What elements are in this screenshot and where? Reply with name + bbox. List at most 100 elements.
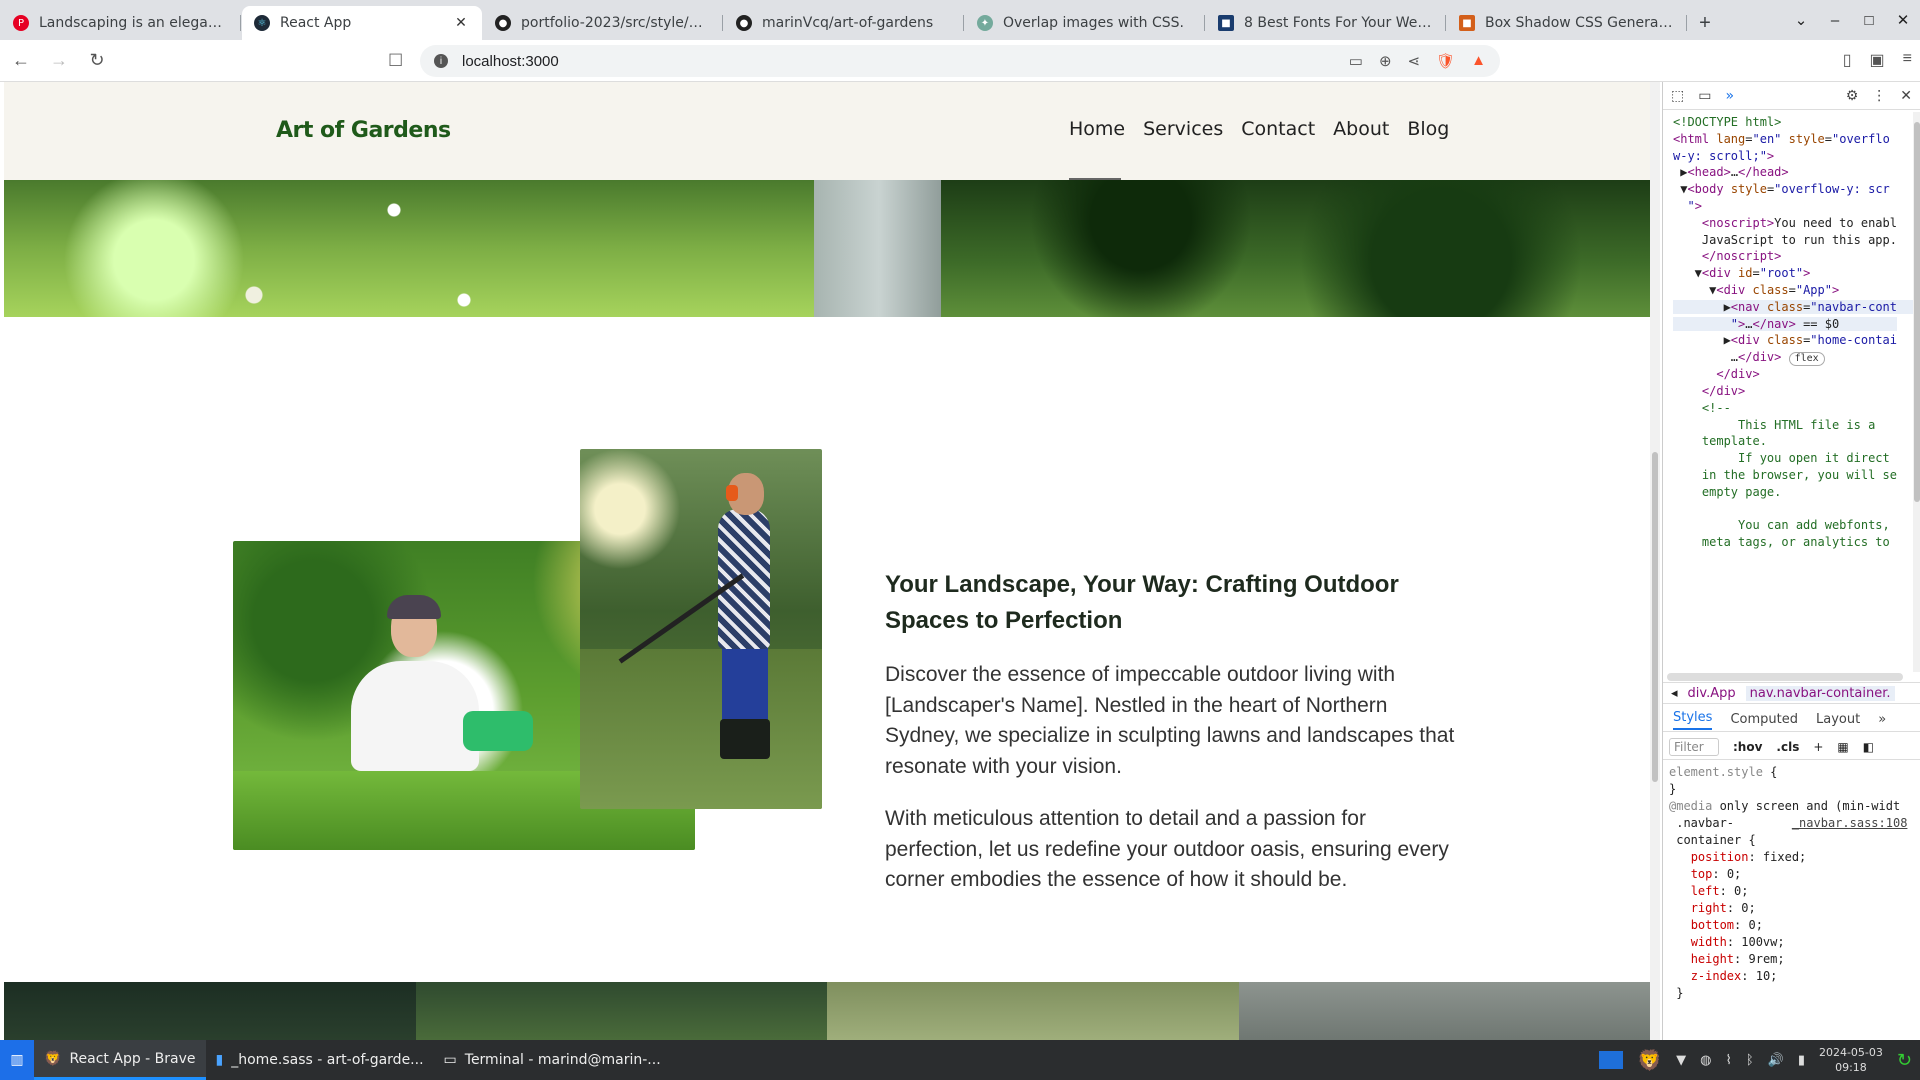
sidebar-icon[interactable]: ▯ [1843, 50, 1852, 70]
clock[interactable]: 2024-05-03 09:18 [1819, 1045, 1883, 1075]
system-tray: 🦁 ▼ ◍ ⌇ ᛒ 🔊 ▮ 2024-05-03 09:18 ↻ [1599, 1040, 1912, 1080]
plants-image [941, 180, 1650, 317]
tab-title: Landscaping is an elegant #PSD [39, 15, 229, 31]
start-menu-icon[interactable]: ▥ [0, 1040, 34, 1080]
add-rule-icon[interactable]: + [1813, 740, 1823, 754]
back-icon[interactable]: ← [4, 50, 38, 71]
maximize-icon[interactable]: □ [1852, 12, 1886, 29]
tab-title: Overlap images with CSS. [1003, 15, 1184, 31]
tab-overlap-images[interactable]: ✦ Overlap images with CSS. [965, 6, 1205, 40]
site-navbar: Art of Gardens Home Services Contact Abo… [4, 82, 1650, 181]
browser-toolbar: ← → ↻ ☐ i localhost:3000 ▭ ⊕ ⋖ 🛡 ▲ ▯ ▣ ≡ [0, 40, 1920, 82]
bookmark-icon[interactable]: ☐ [388, 51, 403, 71]
site-icon: ■ [1459, 15, 1475, 31]
tab-strip: P Landscaping is an elegant #PSD ⚛ React… [0, 0, 1920, 40]
devtools-toolbar: ⬚ ▭ » ⚙ ⋮ ✕ [1663, 82, 1920, 110]
taskbar-terminal[interactable]: ▭ Terminal - marind@marin-... [434, 1040, 671, 1080]
clip-icon[interactable]: ⌇ [1725, 1053, 1731, 1068]
page-scroll-thumb[interactable] [1652, 452, 1658, 782]
new-tab-button[interactable]: + [1687, 6, 1723, 40]
nav-about[interactable]: About [1333, 118, 1389, 140]
section-heading: Your Landscape, Your Way: Crafting Outdo… [885, 571, 1399, 634]
reload-icon[interactable]: ↻ [80, 50, 114, 71]
close-tab-icon[interactable]: ✕ [452, 15, 470, 31]
bluetooth-icon[interactable]: ᛒ [1746, 1053, 1754, 1068]
close-devtools-icon[interactable]: ✕ [1900, 88, 1912, 104]
tab-title: React App [280, 15, 352, 31]
devtools-panel: ⬚ ▭ » ⚙ ⋮ ✕ <!DOCTYPE html> <html lang="… [1662, 82, 1920, 1040]
share-icon[interactable]: ⋖ [1408, 52, 1421, 70]
nav-home[interactable]: Home [1069, 118, 1125, 140]
network-icon[interactable]: ▼ [1676, 1053, 1686, 1068]
tab-react-app[interactable]: ⚛ React App ✕ [242, 6, 482, 40]
post-image [814, 180, 944, 317]
bottom-image-strip [4, 982, 1650, 1040]
tab-box-shadow[interactable]: ■ Box Shadow CSS Generator [1447, 6, 1687, 40]
dom-tree[interactable]: <!DOCTYPE html> <html lang="en" style="o… [1663, 112, 1913, 552]
taskbar-vscode[interactable]: ▮ _home.sass - art-of-garde... [206, 1040, 434, 1080]
menu-icon[interactable]: ≡ [1903, 50, 1912, 70]
settings-gear-icon[interactable]: ⚙ [1846, 88, 1859, 104]
device-toggle-icon[interactable]: ▭ [1698, 88, 1711, 104]
kebab-menu-icon[interactable]: ⋮ [1872, 88, 1886, 104]
wallet-icon[interactable]: ▣ [1870, 50, 1885, 70]
site-menu: Home Services Contact About Blog [1069, 118, 1449, 181]
chatgpt-icon: ✦ [977, 15, 993, 31]
brave-icon: 🦁 [44, 1050, 62, 1067]
window-controls: ⌄ – □ ✕ [1784, 0, 1920, 40]
minimize-icon[interactable]: – [1818, 12, 1852, 29]
hov-toggle[interactable]: :hov [1733, 740, 1762, 754]
dom-hscrollbar[interactable] [1667, 673, 1903, 681]
breadcrumb-navbar[interactable]: nav.navbar-container. [1745, 685, 1895, 701]
tab-title: 8 Best Fonts For Your Website | [1244, 15, 1434, 31]
security-icon[interactable]: ◍ [1700, 1053, 1711, 1068]
source-link[interactable]: _navbar.sass:108 [1792, 816, 1908, 830]
tab-title: portfolio-2023/src/style/pages/_ [521, 15, 711, 31]
dom-scrollbar[interactable] [1913, 112, 1920, 672]
site-icon: ■ [1218, 15, 1234, 31]
tab-computed[interactable]: Computed [1730, 712, 1798, 727]
tab-styles[interactable]: Styles [1673, 710, 1713, 730]
breadcrumb-app[interactable]: div.App [1688, 686, 1736, 701]
close-window-icon[interactable]: ✕ [1886, 11, 1920, 29]
paint-icon[interactable]: ▦ [1837, 740, 1848, 754]
tab-github-portfolio[interactable]: ● portfolio-2023/src/style/pages/_ [483, 6, 723, 40]
breadcrumb-left-icon[interactable]: ◂ [1671, 686, 1678, 701]
brave-shields-icon[interactable]: 🛡 [1436, 52, 1455, 70]
toggle-sidebar-icon[interactable]: ◧ [1863, 740, 1874, 754]
intro-paragraph: Discover the essence of impeccable outdo… [885, 663, 1455, 778]
nav-blog[interactable]: Blog [1407, 118, 1449, 140]
page-scrollbar[interactable] [1650, 82, 1660, 1040]
cls-toggle[interactable]: .cls [1776, 740, 1799, 754]
gardener-trimmer-image [580, 449, 822, 809]
nav-services[interactable]: Services [1143, 118, 1223, 140]
react-icon: ⚛ [254, 15, 270, 31]
volume-icon[interactable]: 🔊 [1768, 1053, 1784, 1068]
cast-icon[interactable]: ▭ [1349, 52, 1363, 70]
inspect-element-icon[interactable]: ⬚ [1671, 88, 1684, 104]
tab-list-chevron-icon[interactable]: ⌄ [1784, 11, 1818, 29]
editor-icon: ▮ [215, 1052, 224, 1068]
tab-pinterest[interactable]: P Landscaping is an elegant #PSD [1, 6, 241, 40]
zoom-icon[interactable]: ⊕ [1379, 52, 1392, 70]
tab-github-art-of-gardens[interactable]: ● marinVcq/art-of-gardens [724, 6, 964, 40]
filter-input[interactable]: Filter [1669, 737, 1719, 756]
tab-layout[interactable]: Layout [1816, 712, 1860, 727]
forward-icon[interactable]: → [42, 50, 76, 71]
update-icon[interactable]: ↻ [1897, 1050, 1912, 1071]
brave-rewards-icon[interactable]: ▲ [1471, 52, 1486, 70]
styles-filter-bar: Filter :hov .cls + ▦ ◧ [1663, 734, 1920, 760]
power-icon[interactable]: ▮ [1798, 1053, 1805, 1068]
more-panels-icon[interactable]: » [1725, 88, 1734, 104]
address-bar[interactable]: i localhost:3000 ▭ ⊕ ⋖ 🛡 ▲ [420, 45, 1500, 77]
tab-best-fonts[interactable]: ■ 8 Best Fonts For Your Website | [1206, 6, 1446, 40]
styles-pane[interactable]: element.style { } @media only screen and… [1663, 762, 1913, 1042]
brave-tray-icon[interactable]: 🦁 [1637, 1048, 1662, 1072]
site-brand[interactable]: Art of Gardens [276, 118, 451, 143]
more-tabs-icon[interactable]: » [1878, 712, 1886, 727]
workspace-icon[interactable] [1599, 1051, 1624, 1069]
taskbar-brave[interactable]: 🦁 React App - Brave [34, 1040, 206, 1080]
nav-contact[interactable]: Contact [1241, 118, 1315, 140]
pinterest-icon: P [13, 15, 29, 31]
site-info-icon[interactable]: i [434, 54, 448, 68]
